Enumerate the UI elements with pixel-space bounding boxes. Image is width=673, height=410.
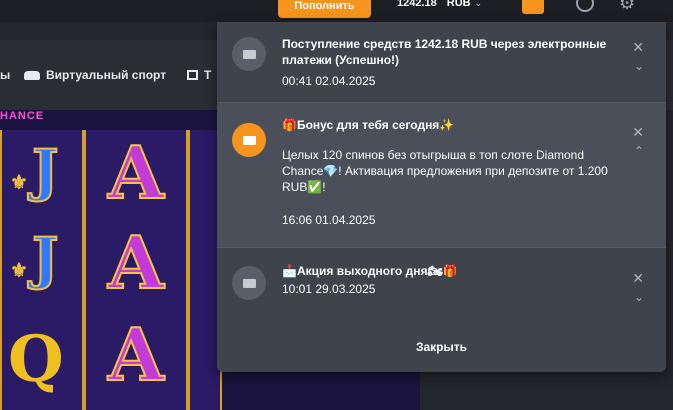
user-icon[interactable] [576,0,594,12]
notification-item[interactable]: 📩Акция выходного дня🏍🎁 10:01 29.03.2025 … [217,249,666,321]
game-title: HANCE [0,110,45,122]
chevron-down-icon: ⌄ [474,0,483,8]
close-icon[interactable]: ✕ [632,271,644,285]
a-symbol: A [107,219,165,306]
nav-item-label: Виртуальный спорт [46,68,167,82]
notification-time: 00:41 02.04.2025 [282,74,376,88]
envelope-icon [232,37,266,71]
nav-item-label: Т [204,68,212,82]
reel-2: A A A [84,129,188,410]
close-icon[interactable]: ✕ [632,40,644,54]
notifications-panel: Поступление средств 1242.18 RUB через эл… [217,22,666,372]
notification-title: Поступление средств 1242.18 RUB через эл… [282,37,607,67]
notification-item[interactable]: 🎁Бонус для тебя сегодня✨ Целых 120 спино… [217,102,666,248]
nav-item-virtual-sport[interactable]: Виртуальный спорт [24,68,166,82]
tv-icon [187,70,198,80]
balance-currency: RUB [446,0,471,9]
notification-time: 16:06 01.04.2025 [282,213,376,227]
balance-selector[interactable]: 1242.18 RUB ⌄ [397,0,482,12]
nav-item-label: ы [0,68,11,82]
j-symbol: J [31,225,59,293]
notification-title: 📩Акция выходного дня🏍🎁 [282,264,458,278]
notification-title: 🎁Бонус для тебя сегодня✨ [282,118,455,132]
a-symbol: A [107,311,165,398]
chevron-up-icon[interactable]: ⌃ [634,145,644,157]
envelope-open-icon [232,266,266,300]
chevron-down-icon[interactable]: ⌄ [634,60,644,72]
notification-time: 10:01 29.03.2025 [282,282,376,296]
notification-item[interactable]: Поступление средств 1242.18 RUB через эл… [217,22,666,102]
nav-item-tv[interactable]: Т [187,68,211,82]
notifications-mail-icon[interactable] [522,0,544,14]
j-symbol: J [31,137,59,205]
reel-1: ⚜ J ⚜ J Q [0,130,84,410]
deposit-button[interactable]: Пополнить [278,0,371,18]
car-icon [24,70,40,80]
a-symbol: A [107,129,165,216]
notification-body: Целых 120 спинов без отыгрыша в топ слот… [282,148,608,194]
q-symbol: Q [8,322,64,397]
close-button[interactable]: Закрыть [217,322,666,372]
balance-amount: 1242.18 [397,0,437,9]
close-icon[interactable]: ✕ [632,125,644,139]
fleur-symbol: ⚜ [10,258,28,282]
chevron-down-icon[interactable]: ⌄ [634,291,644,303]
fleur-symbol: ⚜ [10,170,28,194]
nav-item-partial[interactable]: ы [0,68,10,82]
gear-icon[interactable]: ⚙ [619,0,637,12]
top-bar: Пополнить 1242.18 RUB ⌄ ⚙ [0,0,673,22]
envelope-open-icon [232,123,266,157]
